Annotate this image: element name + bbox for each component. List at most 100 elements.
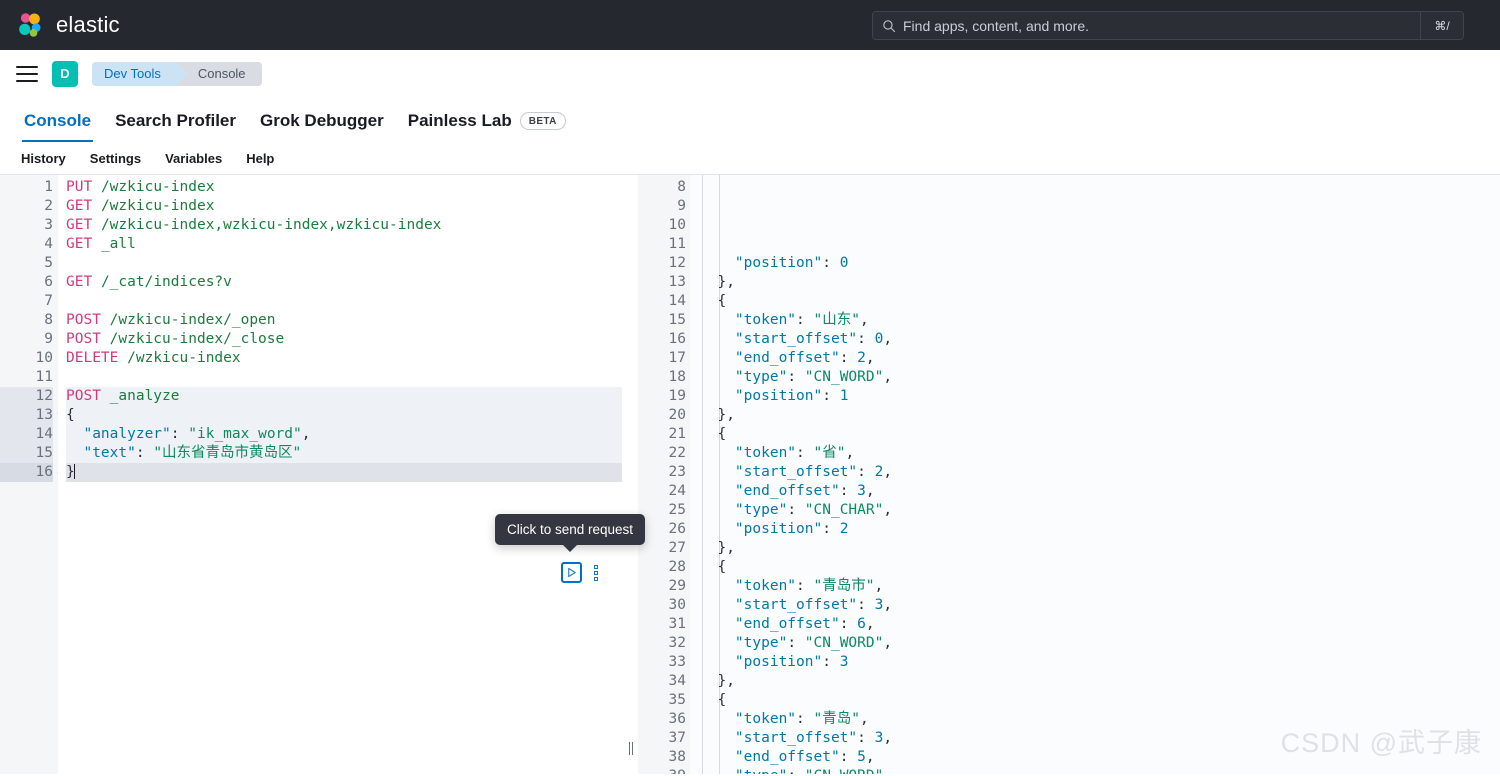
search-shortcut-badge: ⌘/ — [1420, 12, 1463, 39]
vertical-dots-icon[interactable] — [590, 564, 602, 582]
code-line: GET _all — [66, 235, 622, 254]
console-workspace: 12345678910111213▾141516▴ PUT /wzkicu-in… — [0, 174, 1500, 774]
line-number: 30▴ — [638, 596, 686, 615]
line-number: 24▾ — [638, 482, 686, 501]
line-number: 38▾ — [638, 748, 686, 767]
send-request-tooltip: Click to send request — [495, 514, 645, 545]
tab-search-profiler-label: Search Profiler — [115, 111, 236, 131]
code-line: { — [700, 691, 1500, 710]
tab-grok-debugger[interactable]: Grok Debugger — [248, 100, 396, 142]
global-search-bar[interactable]: ⌘/ — [872, 11, 1464, 40]
line-number: 8 — [638, 178, 686, 197]
line-number: 15 — [638, 311, 686, 330]
line-number: 15 — [0, 444, 53, 463]
line-number: 35 — [638, 691, 686, 710]
line-number: 12 — [0, 387, 53, 406]
line-number: 19 — [638, 387, 686, 406]
line-number: 7 — [0, 292, 53, 311]
line-number: 31▾ — [638, 615, 686, 634]
subnav-item-variables[interactable]: Variables — [156, 147, 231, 170]
elastic-brand[interactable]: elastic — [16, 11, 120, 39]
line-number: 32 — [638, 634, 686, 653]
code-line: "end_offset": 2, — [700, 349, 1500, 368]
request-editor-code[interactable]: PUT /wzkicu-indexGET /wzkicu-indexGET /w… — [58, 175, 622, 774]
code-line: }, — [700, 539, 1500, 558]
line-number: 37▴ — [638, 729, 686, 748]
line-number: 21 — [638, 425, 686, 444]
code-line: GET /wzkicu-index — [66, 197, 622, 216]
tab-painless-lab[interactable]: Painless Lab Beta — [396, 100, 578, 142]
line-number: 39 — [638, 767, 686, 774]
watermark: CSDN @武子康 — [1281, 721, 1482, 760]
request-editor-pane[interactable]: 12345678910111213▾141516▴ PUT /wzkicu-in… — [0, 175, 622, 774]
subnav-item-history[interactable]: History — [12, 147, 75, 170]
code-line: }, — [700, 273, 1500, 292]
code-line: "token": "省", — [700, 444, 1500, 463]
brand-name: elastic — [56, 12, 120, 38]
breadcrumb: Dev Tools Console — [92, 62, 262, 86]
line-number: 33 — [638, 653, 686, 672]
beta-badge: Beta — [520, 112, 566, 130]
breadcrumb-item-dev-tools[interactable]: Dev Tools — [92, 62, 177, 86]
pane-splitter[interactable] — [622, 175, 638, 774]
code-line: "end_offset": 3, — [700, 482, 1500, 501]
code-line: "start_offset": 0, — [700, 330, 1500, 349]
code-line: GET /_cat/indices?v — [66, 273, 622, 292]
code-line: { — [700, 292, 1500, 311]
devtools-tabs: Console Search Profiler Grok Debugger Pa… — [0, 98, 1500, 142]
code-line: { — [700, 558, 1500, 577]
breadcrumb-item-console[interactable]: Console — [176, 62, 262, 86]
response-viewer-pane[interactable]: 89▴10▾111213141516▴17▾181920212223▴24▾25… — [638, 175, 1500, 774]
tab-search-profiler[interactable]: Search Profiler — [103, 100, 248, 142]
line-number: 3 — [0, 216, 53, 235]
code-line: }, — [700, 406, 1500, 425]
line-number: 17▾ — [638, 349, 686, 368]
line-number: 34 — [638, 672, 686, 691]
line-number: 23▴ — [638, 463, 686, 482]
code-line: "type": "CN_WORD", — [700, 634, 1500, 653]
subnav-item-help[interactable]: Help — [237, 147, 283, 170]
code-line: "type": "CN_WORD", — [700, 767, 1500, 774]
line-number: 13▾ — [0, 406, 53, 425]
splitter-grip-icon[interactable] — [629, 742, 633, 755]
line-number: 26 — [638, 520, 686, 539]
line-number: 12 — [638, 254, 686, 273]
line-number: 25 — [638, 501, 686, 520]
code-line: DELETE /wzkicu-index — [66, 349, 622, 368]
line-number: 36 — [638, 710, 686, 729]
search-input[interactable] — [903, 18, 1420, 34]
line-number: 28 — [638, 558, 686, 577]
code-line: } — [66, 463, 622, 482]
code-line: POST /wzkicu-index/_close — [66, 330, 622, 349]
line-number: 11 — [0, 368, 53, 387]
play-triangle-icon[interactable] — [561, 562, 582, 583]
subnav-item-settings[interactable]: Settings — [81, 147, 150, 170]
code-line: "end_offset": 6, — [700, 615, 1500, 634]
text-caret — [74, 464, 75, 479]
line-number: 5 — [0, 254, 53, 273]
line-number: 6 — [0, 273, 53, 292]
code-line: "type": "CN_WORD", — [700, 368, 1500, 387]
code-line: "start_offset": 2, — [700, 463, 1500, 482]
hamburger-menu-icon[interactable] — [16, 66, 38, 82]
code-line: { — [66, 406, 622, 425]
code-line: "token": "青岛市", — [700, 577, 1500, 596]
tab-console[interactable]: Console — [12, 100, 103, 142]
code-line: POST _analyze — [66, 387, 622, 406]
code-line: "token": "山东", — [700, 311, 1500, 330]
line-number: 29 — [638, 577, 686, 596]
space-avatar[interactable]: D — [52, 61, 78, 87]
line-number: 10 — [0, 349, 53, 368]
code-line: GET /wzkicu-index,wzkicu-index,wzkicu-in… — [66, 216, 622, 235]
code-line: POST /wzkicu-index/_open — [66, 311, 622, 330]
code-line: "start_offset": 3, — [700, 596, 1500, 615]
line-number: 2 — [0, 197, 53, 216]
tab-console-label: Console — [24, 111, 91, 131]
line-number: 16▴ — [0, 463, 53, 482]
line-number: 9▴ — [638, 197, 686, 216]
search-icon — [882, 19, 896, 33]
response-viewer-code[interactable]: "position": 0 }, { "token": "山东", "start… — [690, 175, 1500, 774]
line-number: 1 — [0, 178, 53, 197]
code-line: { — [700, 425, 1500, 444]
code-line: "position": 1 — [700, 387, 1500, 406]
